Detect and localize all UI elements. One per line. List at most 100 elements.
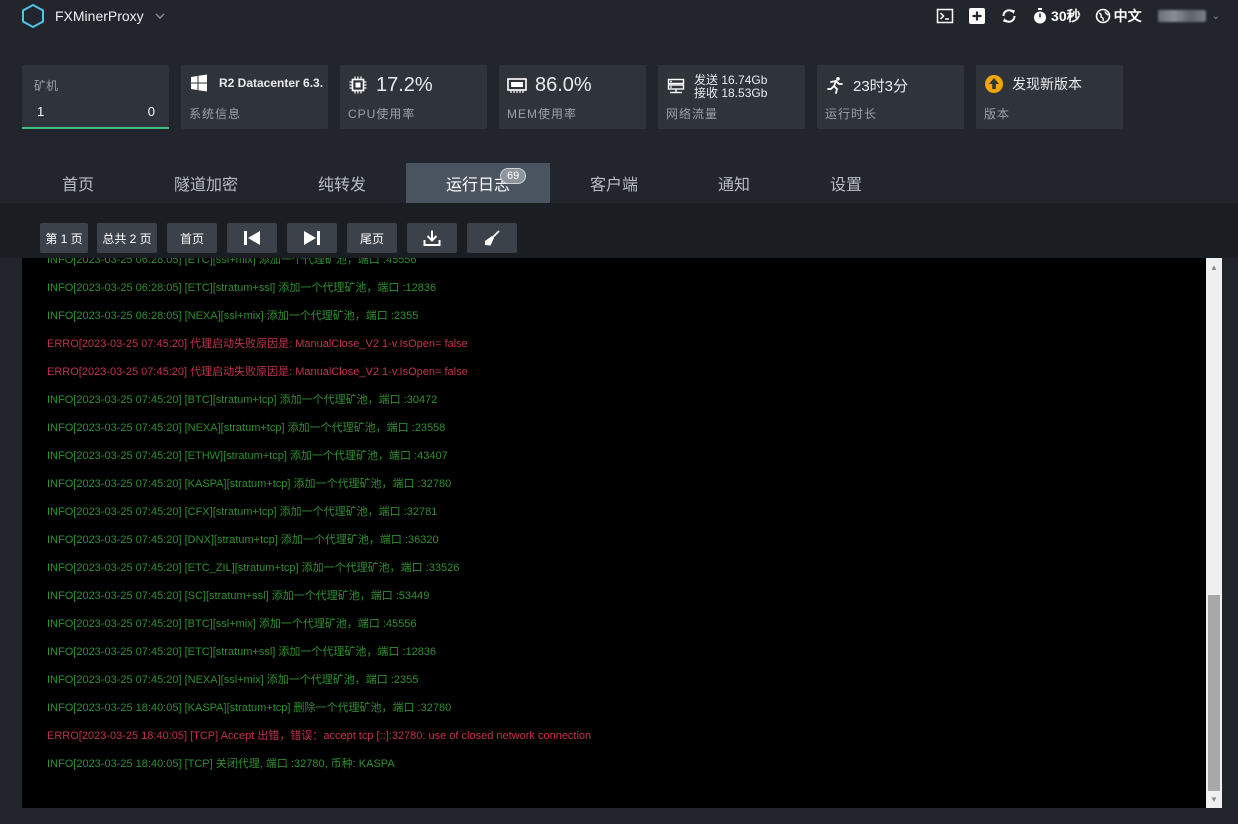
log-line-info: INFO[2023-03-25 07:45:20] [NEXA][ssl+mix… <box>47 674 419 686</box>
log-line-error: ERRO[2023-03-25 07:45:20] 代理启动失败原因是: Man… <box>47 338 468 350</box>
tab-label: 首页 <box>61 177 94 194</box>
stopwatch-icon <box>1034 8 1047 24</box>
tab-label: 隧道加密 <box>173 177 238 194</box>
top-bar: FXMinerProxy 30秒 中文 ⌄ <box>0 0 1238 32</box>
first-page-label: 首页 <box>179 231 204 246</box>
uptime-card: 23时3分 运行时长 <box>817 65 964 129</box>
scroll-down-arrow-icon[interactable]: ▼ <box>1206 792 1222 806</box>
plus-square-icon <box>969 8 986 24</box>
log-line-info: INFO[2023-03-25 07:45:20] [DNX][stratum+… <box>47 534 439 546</box>
log-line-info: INFO[2023-03-25 07:45:20] [ETHW][stratum… <box>47 450 448 462</box>
version-label: 版本 <box>984 107 1011 121</box>
mem-card: 86.0% MEM使用率 <box>499 65 646 129</box>
network-received: 接收 18.53Gb <box>694 86 768 100</box>
first-page-button[interactable]: 首页 <box>167 223 217 253</box>
total-pages-button[interactable]: 总共 2 页 <box>97 223 157 253</box>
current-page-button[interactable]: 第 1 页 <box>40 223 88 253</box>
cpu-card: 17.2% CPU使用率 <box>340 65 487 129</box>
tab-notifications[interactable]: 通知 <box>678 163 790 203</box>
log-line-info: INFO[2023-03-25 07:45:20] [SC][stratum+s… <box>47 590 430 602</box>
miner-card[interactable]: 矿机 1 0 <box>22 65 169 129</box>
hexagon-logo-icon <box>22 3 44 29</box>
tab-clients[interactable]: 客户端 <box>550 163 678 203</box>
log-line-info: INFO[2023-03-25 18:40:05] [KASPA][stratu… <box>47 702 452 714</box>
network-label: 网络流量 <box>666 107 719 121</box>
terminal-icon <box>936 8 954 24</box>
refresh-button[interactable] <box>1000 7 1018 25</box>
log-line-info: INFO[2023-03-25 07:45:20] [KASPA][stratu… <box>47 478 452 490</box>
language-label: 中文 <box>1113 8 1142 24</box>
log-count-badge: 69 <box>500 168 527 184</box>
log-line-info: INFO[2023-03-25 18:40:05] [TCP] 关闭代理, 端口… <box>47 758 395 770</box>
last-page-label: 尾页 <box>359 231 384 246</box>
network-card: 发送 16.74Gb 接收 18.53Gb 网络流量 <box>658 65 805 129</box>
tab-label: 客户端 <box>589 177 638 194</box>
skip-back-icon <box>244 231 260 245</box>
system-info-value: R2 Datacenter 6.3.9 <box>219 76 323 90</box>
brand[interactable]: FXMinerProxy <box>20 3 166 29</box>
version-card[interactable]: 发现新版本 版本 <box>976 65 1123 129</box>
log-line-info: INFO[2023-03-25 07:45:20] [BTC][ssl+mix]… <box>47 618 417 630</box>
log-scrollbar[interactable]: ▲ ▼ <box>1206 258 1222 808</box>
mem-usage-value: 86.0% <box>535 73 592 96</box>
broom-icon <box>485 230 500 246</box>
scroll-thumb[interactable] <box>1208 595 1220 791</box>
globe-icon <box>1095 8 1110 24</box>
miner-label: 矿机 <box>34 79 59 93</box>
download-icon <box>423 230 441 246</box>
user-menu-caret-icon[interactable]: ⌄ <box>1212 11 1220 22</box>
refresh-icon <box>1002 9 1016 23</box>
tab-label: 纯转发 <box>317 177 366 194</box>
scroll-up-arrow-icon[interactable]: ▲ <box>1206 260 1222 274</box>
skip-forward-icon <box>304 231 320 245</box>
memory-icon <box>507 75 527 95</box>
log-line-error: ERRO[2023-03-25 07:45:20] 代理启动失败原因是: Man… <box>47 366 468 378</box>
user-avatar[interactable] <box>1157 10 1206 22</box>
running-man-icon <box>825 75 845 95</box>
cpu-usage-value: 17.2% <box>376 73 433 96</box>
tab-home[interactable]: 首页 <box>22 163 134 203</box>
cpu-usage-label: CPU使用率 <box>348 107 416 121</box>
log-line-error: ERRO[2023-03-25 18:40:05] [TCP] Accept 出… <box>47 730 592 742</box>
add-button[interactable] <box>968 7 986 25</box>
refresh-interval-label: 30秒 <box>1051 8 1081 24</box>
miner-online-count: 1 <box>37 104 45 119</box>
tab-label: 设置 <box>829 177 862 194</box>
next-page-button[interactable] <box>287 223 337 253</box>
server-icon <box>666 77 686 97</box>
tab-label: 通知 <box>717 177 750 194</box>
upgrade-arrow-icon <box>984 74 1004 94</box>
app-title: FXMinerProxy <box>55 8 144 24</box>
log-line-info: INFO[2023-03-25 07:45:20] [ETC][stratum+… <box>47 646 437 658</box>
log-line-info: INFO[2023-03-25 07:45:20] [NEXA][stratum… <box>47 422 446 434</box>
log-line-info: INFO[2023-03-25 06:28:05] [NEXA][ssl+mix… <box>47 310 419 322</box>
previous-page-button[interactable] <box>227 223 277 253</box>
clear-log-button[interactable] <box>467 223 517 253</box>
current-page-label: 第 1 页 <box>45 231 83 246</box>
windows-icon <box>189 73 209 93</box>
system-card: R2 Datacenter 6.3.9 系统信息 <box>181 65 328 129</box>
chevron-down-icon[interactable] <box>154 10 166 22</box>
refresh-interval-button[interactable]: 30秒 <box>1032 6 1081 26</box>
tab-tunnel-encryption[interactable]: 隧道加密 <box>134 163 278 203</box>
tab-run-log[interactable]: 运行日志 69 <box>406 163 550 203</box>
last-page-button[interactable]: 尾页 <box>347 223 397 253</box>
log-line-info: INFO[2023-03-25 06:28:05] [ETC][ssl+mix]… <box>47 258 417 266</box>
uptime-label: 运行时长 <box>825 107 878 121</box>
tab-pure-forward[interactable]: 纯转发 <box>278 163 406 203</box>
language-button[interactable]: 中文 <box>1095 6 1142 26</box>
system-info-label: 系统信息 <box>189 107 242 121</box>
miner-offline-count: 0 <box>147 104 155 119</box>
log-line-info: INFO[2023-03-25 07:45:20] [CFX][stratum+… <box>47 506 438 518</box>
main-tabs: 首页 隧道加密 纯转发 运行日志 69 客户端 通知 设置 <box>22 163 902 203</box>
uptime-value: 23时3分 <box>853 77 909 95</box>
tab-settings[interactable]: 设置 <box>790 163 902 203</box>
cpu-chip-icon <box>348 75 368 95</box>
log-panel: INFO[2023-03-25 06:28:05] [ETC][ssl+mix]… <box>22 258 1206 808</box>
log-line-info: INFO[2023-03-25 06:28:05] [ETC][stratum+… <box>47 282 437 294</box>
top-toolbar: 30秒 中文 ⌄ <box>922 0 1220 32</box>
miner-card-underline <box>22 127 169 129</box>
total-pages-label: 总共 2 页 <box>102 231 152 246</box>
terminal-button[interactable] <box>936 7 954 25</box>
download-button[interactable] <box>407 223 457 253</box>
